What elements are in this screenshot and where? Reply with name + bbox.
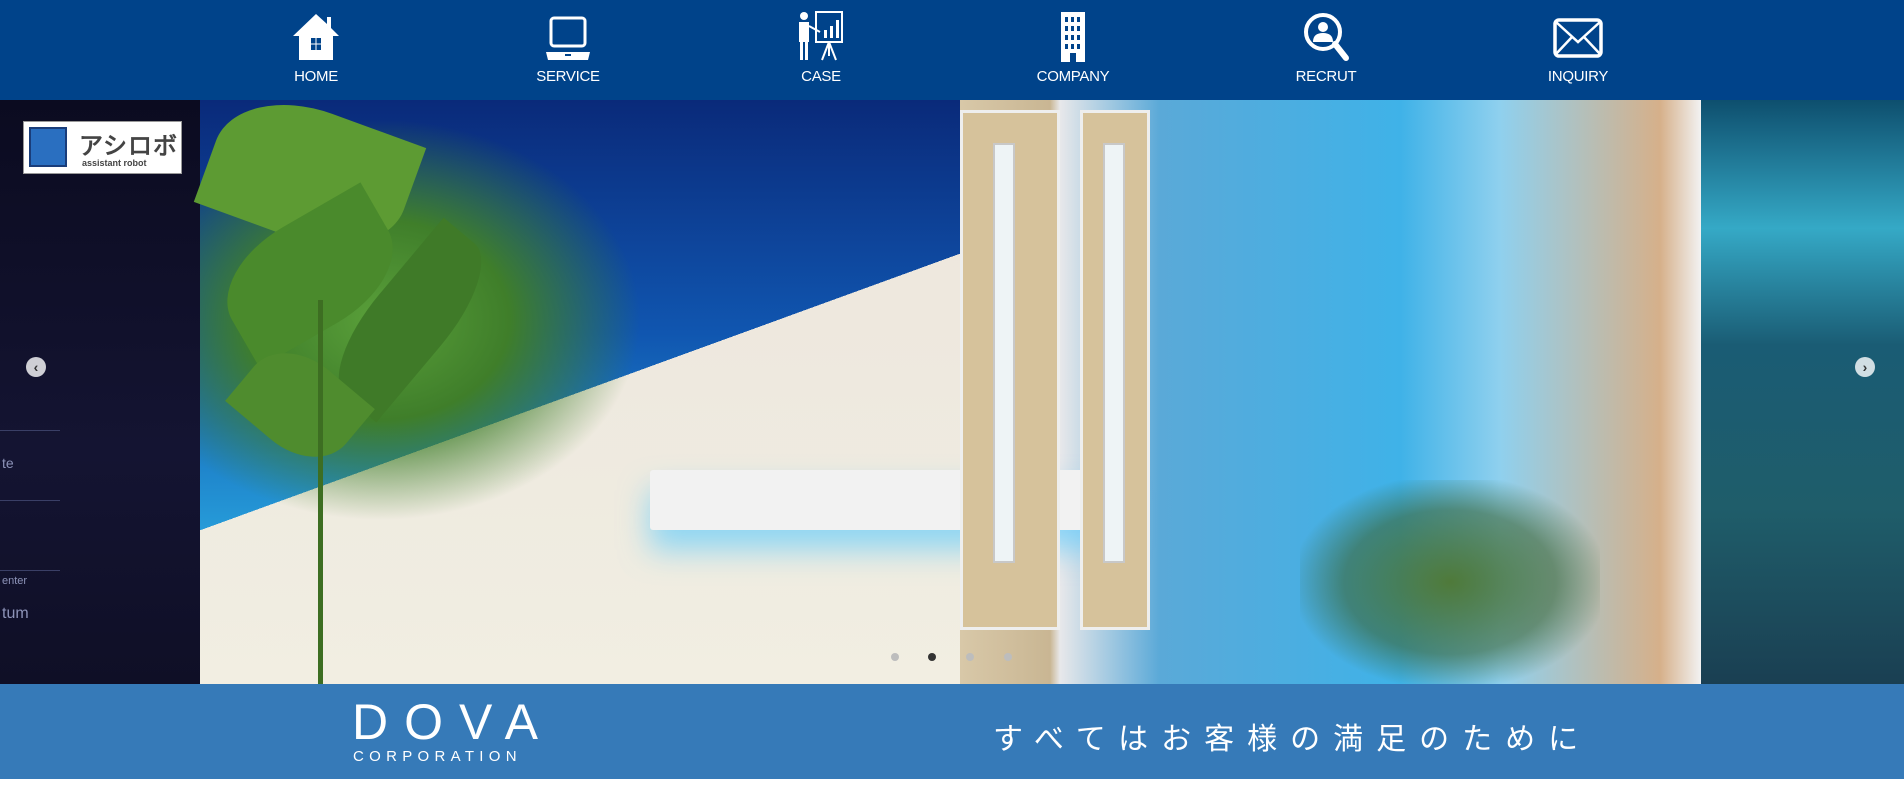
nav-inquiry[interactable]: INQUIRY [1498,10,1658,85]
slide-preview-previous[interactable]: te enter tum [0,100,200,684]
laptop-icon [546,16,590,60]
presentation-icon [799,11,843,61]
nav-home[interactable]: HOME [236,10,396,85]
carousel-dot-2[interactable] [928,653,936,661]
nav-case[interactable]: CASE [741,10,901,85]
company-logo[interactable]: DOVA [352,697,554,747]
robot-logo-icon [29,127,67,167]
carousel-prev-button[interactable]: ‹ [26,357,46,377]
company-logo-sub: CORPORATION [353,748,522,765]
tagline: すべてはお客様の満足のために [993,723,1592,756]
carousel-dot-4[interactable] [1004,653,1012,661]
slide-text: enter [2,575,28,587]
carousel-dot-1[interactable] [891,653,899,661]
badge-title: アシロボ [79,133,179,160]
home-icon [293,14,339,60]
slide-current-office-image [193,100,1701,684]
nav-label: RECRUT [1295,68,1357,85]
building-icon [1061,12,1085,62]
nav-label: COMPANY [1036,68,1110,85]
nav-label: INQUIRY [1547,68,1609,85]
person-search-icon [1304,13,1349,61]
top-navigation: HOME SERVICE CASE COMPANY RECRUT INQUIRY [0,0,1904,100]
nav-service[interactable]: SERVICE [488,10,648,85]
nav-label: HOME [294,68,338,85]
carousel-next-button[interactable]: › [1855,357,1875,377]
carousel-dot-3[interactable] [966,653,974,661]
nav-label: CASE [801,68,841,85]
image-carousel: te enter tum アシロボ assistant robot ‹ › [0,100,1904,684]
badge-subtitle: assistant robot [82,158,147,168]
slide-preview-next[interactable] [1701,100,1904,684]
nav-label: SERVICE [536,68,600,85]
nav-recruit[interactable]: RECRUT [1246,10,1406,85]
slide-text: tum [2,605,29,622]
nav-company[interactable]: COMPANY [993,10,1153,85]
slide-text: te [2,455,14,471]
brand-band: DOVA CORPORATION すべてはお客様の満足のために [0,684,1904,779]
envelope-icon [1553,18,1603,58]
asirobo-badge[interactable]: アシロボ assistant robot [23,121,182,174]
